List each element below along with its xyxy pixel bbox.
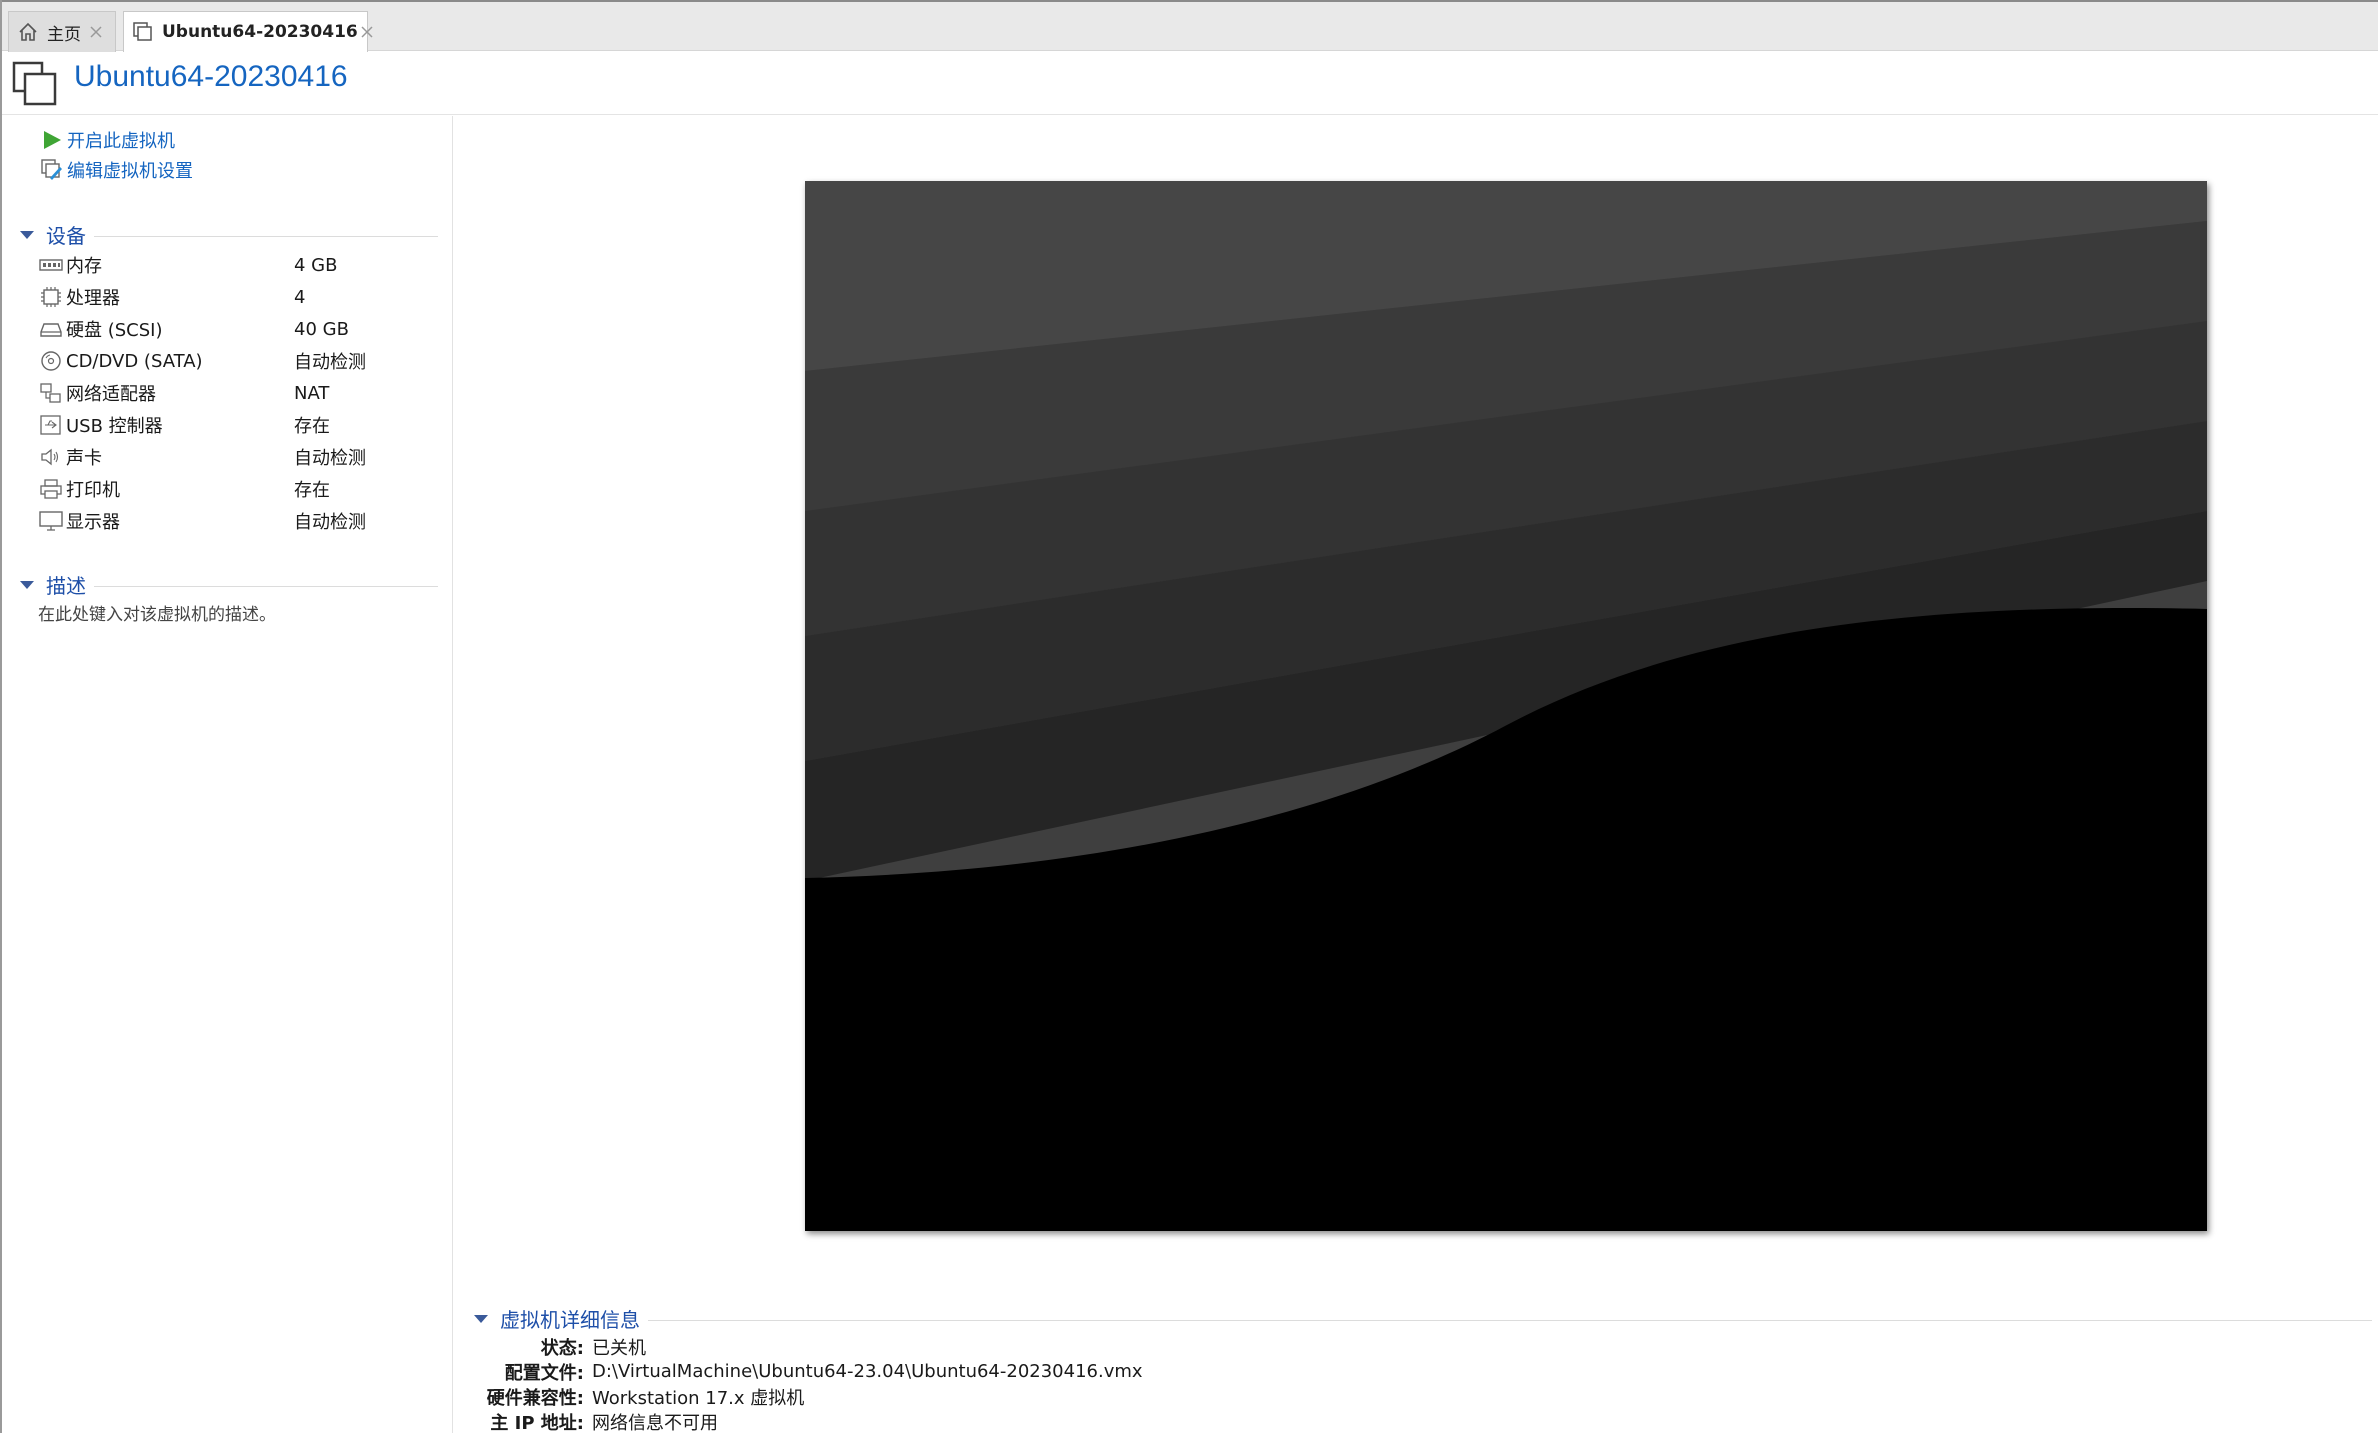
detail-value: 已关机 — [592, 1337, 646, 1359]
device-row-memory[interactable]: 内存 4 GB — [38, 250, 438, 280]
tab-bar: 主页 Ubuntu64-20230416 — [0, 0, 2378, 52]
device-row-network[interactable]: 网络适配器 NAT — [38, 378, 438, 408]
device-row-cd-dvd[interactable]: CD/DVD (SATA) 自动检测 — [38, 346, 438, 376]
cd-icon — [38, 349, 64, 373]
device-name: 硬盘 (SCSI) — [66, 320, 163, 341]
vm-icon — [132, 21, 154, 43]
vm-icon — [12, 61, 58, 107]
monitor-icon — [38, 509, 64, 533]
device-name: USB 控制器 — [66, 416, 163, 437]
tab-vm[interactable]: Ubuntu64-20230416 — [123, 11, 373, 52]
collapse-triangle-icon[interactable] — [472, 1309, 490, 1327]
detail-key: 状态: — [540, 1337, 584, 1359]
usb-icon — [38, 413, 64, 437]
tab-label: Ubuntu64-20230416 — [162, 22, 358, 42]
vmware-workstation-window: 主页 Ubuntu64-20230416 Ubuntu64-20230416 开… — [0, 0, 2378, 1433]
device-value: 40 GB — [294, 318, 349, 340]
detail-row-hw-compat: 硬件兼容性: Workstation 17.x 虚拟机 — [454, 1384, 2354, 1409]
device-row-printer[interactable]: 打印机 存在 — [38, 474, 438, 504]
detail-key: 配置文件: — [504, 1362, 584, 1384]
close-icon[interactable] — [87, 23, 105, 41]
device-value: 4 — [294, 286, 306, 308]
home-icon — [17, 21, 39, 43]
memory-icon — [38, 253, 64, 277]
tab-home[interactable]: 主页 — [8, 11, 116, 52]
vm-preview-area: 虚拟机详细信息 状态: 已关机 配置文件: D:\VirtualMachine\… — [454, 116, 2378, 1433]
section-title: 设备 — [46, 223, 86, 248]
vm-header: Ubuntu64-20230416 — [0, 51, 2378, 115]
divider — [648, 1319, 2372, 1321]
device-value: 4 GB — [294, 254, 338, 276]
divider — [94, 585, 438, 587]
device-row-harddisk[interactable]: 硬盘 (SCSI) 40 GB — [38, 314, 438, 344]
device-value: 自动检测 — [294, 352, 366, 373]
device-row-sound[interactable]: 声卡 自动检测 — [38, 442, 438, 472]
detail-value: D:\VirtualMachine\Ubuntu64-23.04\Ubuntu6… — [592, 1361, 1143, 1382]
page-title: Ubuntu64-20230416 — [74, 60, 348, 93]
divider — [94, 235, 438, 237]
section-title: 虚拟机详细信息 — [500, 1307, 640, 1332]
section-title: 描述 — [46, 573, 86, 598]
collapse-triangle-icon[interactable] — [18, 225, 36, 243]
device-row-display[interactable]: 显示器 自动检测 — [38, 506, 438, 536]
collapse-triangle-icon[interactable] — [18, 575, 36, 593]
description-field[interactable]: 在此处键入对该虚拟机的描述。 — [38, 600, 276, 625]
detail-key: 硬件兼容性: — [486, 1387, 584, 1409]
ubuntu-wallpaper-image — [805, 181, 2207, 1231]
device-value: 自动检测 — [294, 512, 366, 533]
detail-row-config-file: 配置文件: D:\VirtualMachine\Ubuntu64-23.04\U… — [454, 1359, 2354, 1384]
devices-section-header[interactable]: 设备 — [18, 220, 438, 248]
edit-settings-button[interactable]: 编辑虚拟机设置 — [40, 156, 193, 184]
detail-value: 网络信息不可用 — [592, 1412, 718, 1433]
network-icon — [38, 381, 64, 405]
edit-settings-label: 编辑虚拟机设置 — [67, 161, 193, 182]
close-icon[interactable] — [358, 23, 376, 41]
device-value: 存在 — [294, 416, 330, 437]
device-value: 存在 — [294, 480, 330, 501]
speaker-icon — [38, 445, 64, 469]
detail-key: 主 IP 地址: — [490, 1412, 584, 1433]
device-value: NAT — [294, 382, 330, 404]
power-on-button[interactable]: 开启此虚拟机 — [40, 126, 175, 154]
harddisk-icon — [38, 317, 64, 341]
detail-row-state: 状态: 已关机 — [454, 1334, 2354, 1359]
vm-details-section-header[interactable]: 虚拟机详细信息 — [472, 1304, 2372, 1332]
description-section-header[interactable]: 描述 — [18, 570, 438, 598]
device-value: 自动检测 — [294, 448, 366, 469]
vm-screen-thumbnail[interactable] — [805, 181, 2207, 1231]
play-icon — [40, 128, 64, 152]
printer-icon — [38, 477, 64, 501]
device-row-usb[interactable]: USB 控制器 存在 — [38, 410, 438, 440]
cpu-icon — [38, 285, 64, 309]
device-name: 网络适配器 — [66, 384, 156, 405]
device-name: 内存 — [66, 256, 102, 277]
power-on-label: 开启此虚拟机 — [67, 131, 175, 152]
device-name: 打印机 — [66, 480, 120, 501]
device-name: 声卡 — [66, 448, 102, 469]
edit-settings-icon — [40, 158, 64, 182]
detail-value: Workstation 17.x 虚拟机 — [592, 1387, 805, 1409]
vm-summary-panel: 开启此虚拟机 编辑虚拟机设置 设备 内存 4 GB 处理器 4 硬盘 (SCSI… — [0, 116, 453, 1433]
device-row-cpu[interactable]: 处理器 4 — [38, 282, 438, 312]
tab-label: 主页 — [47, 24, 81, 45]
device-name: 显示器 — [66, 512, 120, 533]
device-name: 处理器 — [66, 288, 120, 309]
device-name: CD/DVD (SATA) — [66, 350, 203, 372]
window-left-border — [0, 0, 2, 1433]
detail-row-ip-address: 主 IP 地址: 网络信息不可用 — [454, 1409, 2354, 1433]
